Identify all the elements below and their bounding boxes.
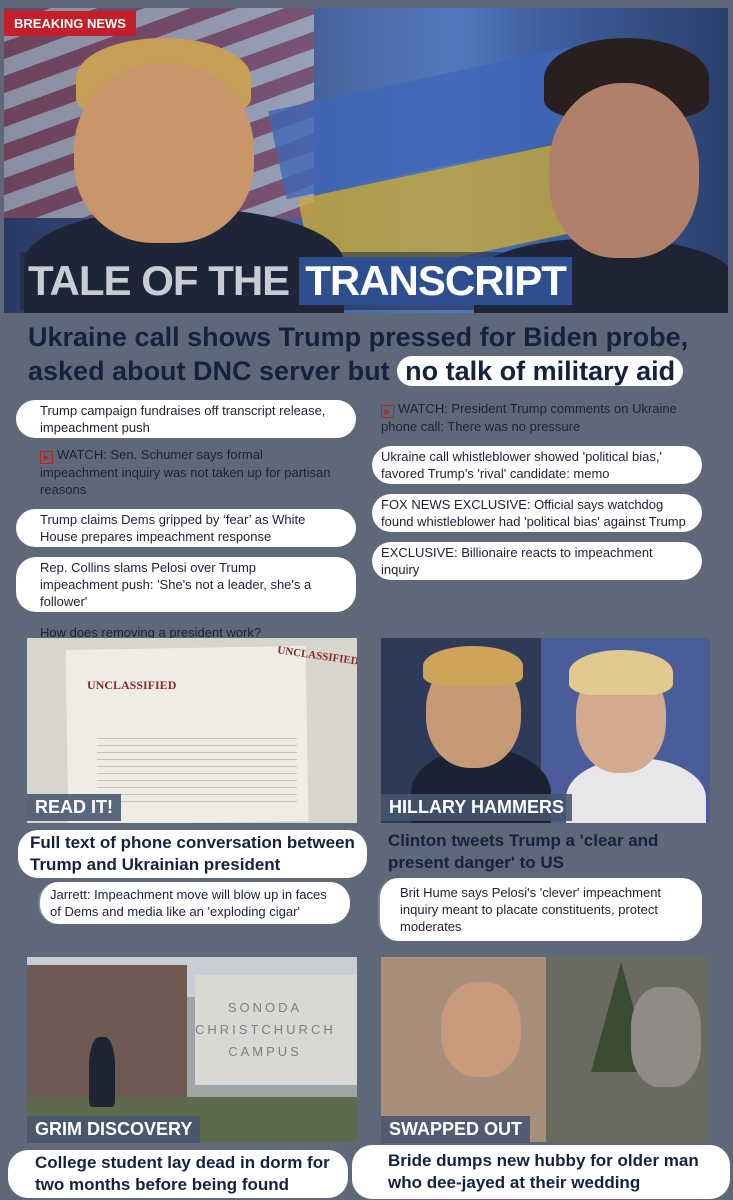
right-person-face — [549, 83, 699, 258]
card-label-grim-discovery: GRIM DISCOVERY — [27, 1116, 201, 1143]
card-sub-1[interactable]: Jarrett: Impeachment move will blow up i… — [38, 882, 350, 924]
person-figure — [89, 1037, 115, 1107]
left-link-3[interactable]: Trump claims Dems gripped by ‘fear’ as W… — [16, 509, 356, 547]
campus-sign-line1: SONODA — [227, 1000, 303, 1015]
tale-of-the-transcript-banner[interactable]: TALE OF THE TRANSCRIPT — [20, 252, 580, 310]
left-person-face — [74, 63, 254, 243]
campus-sign-text: SONODA CHRISTCHURCH CAMPUS — [195, 997, 335, 1063]
document-text-lines — [97, 738, 297, 808]
trump-hair — [423, 646, 523, 686]
right-link-3[interactable]: FOX NEWS EXCLUSIVE: Official says watchd… — [372, 494, 702, 532]
card-sub-2[interactable]: Brit Hume says Pelosi's 'clever' impeach… — [378, 878, 702, 941]
right-link-4[interactable]: EXCLUSIVE: Billionaire reacts to impeach… — [372, 542, 702, 580]
left-link-1[interactable]: Trump campaign fundraises off transcript… — [16, 400, 356, 438]
right-link-1-text: WATCH: President Trump comments on Ukrai… — [381, 401, 677, 434]
man-figure — [631, 987, 701, 1087]
bride-figure — [441, 982, 521, 1077]
campus-sign-line3: CAMPUS — [228, 1044, 302, 1059]
right-related-links: ▶ WATCH: President Trump comments on Ukra… — [372, 400, 702, 580]
right-link-2[interactable]: Ukraine call whistleblower showed 'polit… — [372, 446, 702, 484]
card-title-2[interactable]: Clinton tweets Trump a 'clear and presen… — [388, 830, 698, 874]
right-link-1[interactable]: ▶ WATCH: President Trump comments on Ukra… — [372, 400, 702, 435]
bride-image[interactable] — [381, 957, 710, 1142]
clinton-hair — [569, 650, 673, 695]
tale-part1: TALE OF THE — [28, 257, 290, 304]
left-link-2-text: WATCH: Sen. Schumer says formal impeachm… — [40, 447, 331, 497]
card-title-1[interactable]: Full text of phone conversation between … — [18, 830, 367, 878]
headline-part2: no talk of military aid — [397, 356, 684, 386]
left-link-2[interactable]: ▶ WATCH: Sen. Schumer says formal impeach… — [16, 446, 356, 498]
left-link-4[interactable]: Rep. Collins slams Pelosi over Trump imp… — [16, 557, 356, 612]
breaking-news-badge: BREAKING NEWS — [4, 11, 136, 36]
campus-sign-line2: CHRISTCHURCH — [195, 1022, 336, 1037]
card-label-read-it: READ IT! — [27, 794, 121, 821]
card-label-swapped-out: SWAPPED OUT — [381, 1116, 531, 1143]
unclassified-stamp: UNCLASSIFIED — [87, 678, 177, 692]
tale-part2: TRANSCRIPT — [299, 257, 572, 305]
card-title-4[interactable]: Bride dumps new hubby for older man who … — [352, 1145, 730, 1199]
play-icon: ▶ — [40, 451, 53, 464]
card-title-3[interactable]: College student lay dead in dorm for two… — [8, 1150, 348, 1198]
campus-image[interactable]: SONODA CHRISTCHURCH CAMPUS — [27, 957, 357, 1142]
card-label-hillary-hammers: HILLARY HAMMERS — [381, 794, 572, 821]
left-related-links: Trump campaign fundraises off transcript… — [16, 400, 356, 641]
main-headline[interactable]: Ukraine call shows Trump pressed for Bid… — [28, 320, 718, 388]
play-icon: ▶ — [381, 405, 394, 418]
